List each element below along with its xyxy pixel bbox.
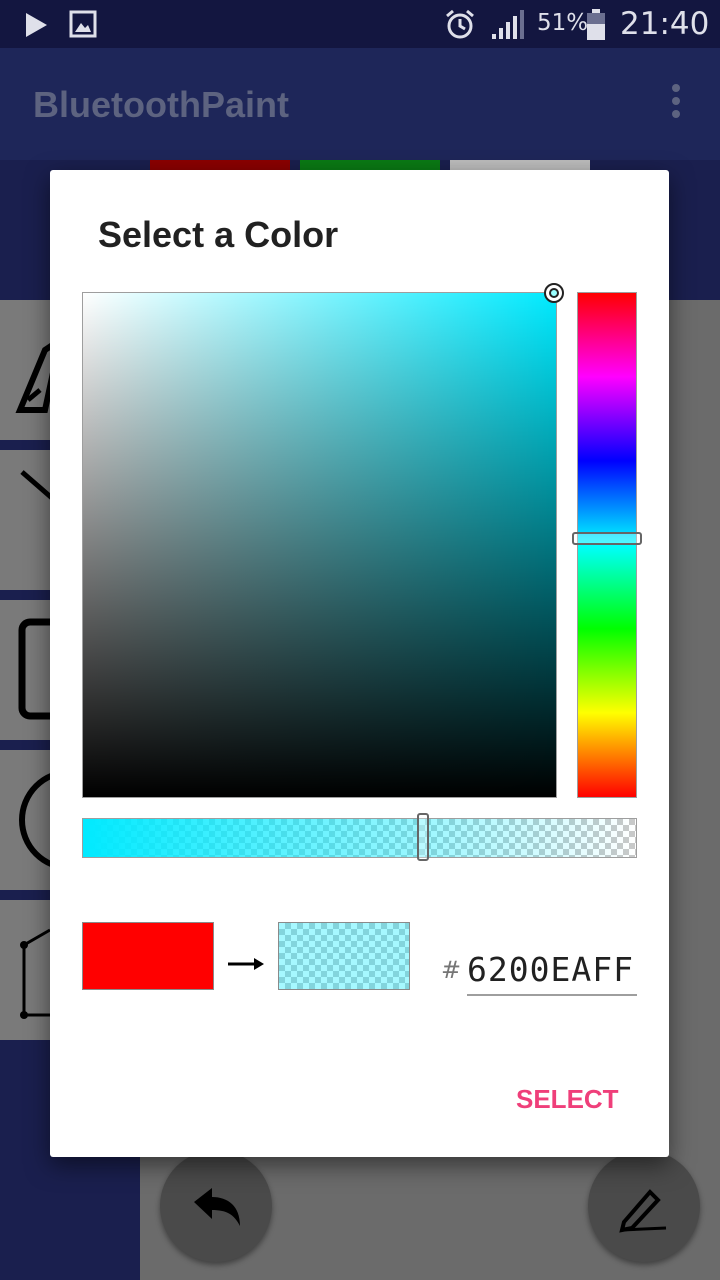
alpha-slider[interactable]	[82, 818, 637, 858]
undo-icon	[194, 1188, 240, 1226]
edit-icon	[619, 1189, 667, 1233]
arrow-right-icon	[228, 958, 264, 970]
saturation-value-handle[interactable]	[544, 283, 564, 303]
gallery-icon	[69, 10, 97, 38]
old-color-swatch	[82, 922, 214, 990]
new-color-swatch	[278, 922, 410, 990]
color-picker-dialog: Select a Color # SELECT	[50, 170, 669, 1157]
draw-mode-button[interactable]	[588, 1150, 700, 1262]
battery-icon	[587, 9, 605, 40]
app-bar: BluetoothPaint	[0, 48, 720, 160]
alarm-icon	[446, 9, 474, 39]
saturation-value-picker[interactable]	[82, 292, 557, 798]
play-store-icon	[26, 13, 47, 37]
hue-slider[interactable]	[577, 292, 637, 798]
more-vert-icon[interactable]	[666, 84, 686, 124]
alpha-slider-handle[interactable]	[417, 813, 429, 861]
hue-slider-handle[interactable]	[572, 532, 642, 545]
dialog-title: Select a Color	[98, 214, 339, 255]
select-button[interactable]: SELECT	[516, 1084, 619, 1115]
hex-color-input[interactable]	[467, 944, 637, 996]
undo-button[interactable]	[160, 1150, 272, 1262]
clock: 21:40	[620, 6, 710, 42]
battery-percent: 51%	[537, 10, 589, 36]
app-title: BluetoothPaint	[33, 84, 289, 125]
signal-icon	[492, 10, 524, 39]
hex-prefix: #	[441, 956, 462, 984]
status-bar: 51% 21:40	[0, 0, 720, 48]
